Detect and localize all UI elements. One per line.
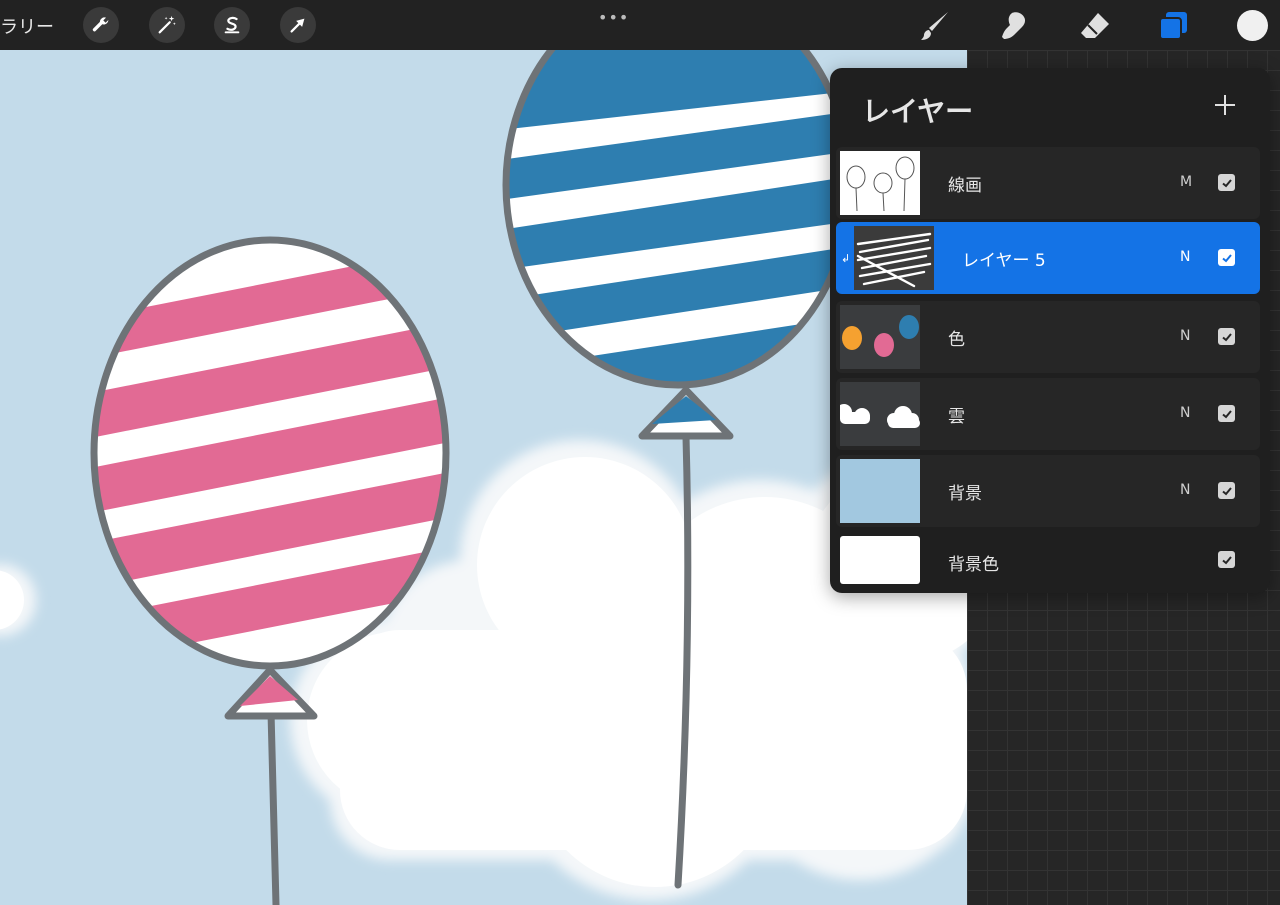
color-picker-button[interactable] (1237, 10, 1268, 41)
add-layer-button[interactable] (1210, 90, 1240, 120)
layer-row-clouds[interactable]: 雲 N (836, 378, 1260, 450)
check-icon (1221, 555, 1232, 564)
scribble-thumbnail (856, 232, 932, 288)
visibility-checkbox[interactable] (1218, 551, 1235, 568)
blend-mode-button[interactable]: M (1180, 174, 1192, 190)
layer-thumbnail (840, 151, 920, 215)
layer-row-lineart[interactable]: 線画 M (836, 147, 1260, 219)
layer-thumbnail (840, 459, 920, 523)
blend-mode-button[interactable]: N (1180, 249, 1190, 265)
layer-name: 線画 (948, 176, 982, 196)
selection-s-icon (224, 16, 240, 34)
wrench-icon (92, 17, 109, 32)
layer-name: 背景 (948, 484, 982, 504)
eraser-icon (1081, 13, 1109, 38)
visibility-checkbox[interactable] (1218, 249, 1235, 266)
visibility-checkbox[interactable] (1218, 405, 1235, 422)
check-icon (1221, 486, 1232, 495)
visibility-checkbox[interactable] (1218, 482, 1235, 499)
procreate-window: ラリー ••• レイヤー 線画 M ↲ レイヤー 5 N 色 N 雲 N 背景 … (0, 0, 1280, 905)
layer-row-background-color[interactable]: 背景色 (836, 530, 1260, 590)
clouds-thumbnail (840, 404, 920, 428)
layer-thumbnail (840, 382, 920, 446)
actions-button[interactable] (83, 7, 119, 43)
layers-panel-title: レイヤー (862, 95, 974, 128)
magic-wand-icon (158, 15, 176, 34)
colored-balloons-thumbnail (842, 315, 919, 357)
check-icon (1221, 409, 1232, 418)
visibility-checkbox[interactable] (1218, 174, 1235, 191)
clipping-mask-icon: ↲ (841, 252, 851, 265)
smudge-tool-button[interactable] (995, 6, 1035, 46)
visibility-checkbox[interactable] (1218, 328, 1235, 345)
layer-name: 雲 (948, 407, 965, 427)
check-icon (1221, 332, 1232, 341)
layer-thumbnail (840, 536, 920, 584)
transform-arrow-icon (290, 18, 305, 33)
layer-row-layer5[interactable]: ↲ レイヤー 5 N (836, 222, 1260, 294)
brush-icon (921, 12, 948, 40)
eraser-tool-button[interactable] (1075, 6, 1115, 46)
layer-thumbnail (854, 226, 934, 290)
blend-mode-button[interactable]: N (1180, 328, 1190, 344)
selection-button[interactable] (214, 7, 250, 43)
more-menu-button[interactable]: ••• (598, 8, 629, 27)
layer-thumbnail (840, 305, 920, 369)
check-icon (1221, 178, 1232, 187)
drawing-canvas[interactable] (0, 50, 967, 905)
top-toolbar: ラリー ••• (0, 0, 1280, 50)
transform-button[interactable] (280, 7, 316, 43)
layer-row-color[interactable]: 色 N (836, 301, 1260, 373)
layer-name: 色 (948, 330, 965, 350)
gallery-button[interactable]: ラリー (0, 13, 54, 39)
plus-icon (1215, 95, 1235, 115)
blend-mode-button[interactable]: N (1180, 482, 1190, 498)
blend-mode-button[interactable]: N (1180, 405, 1190, 421)
layer-row-background[interactable]: 背景 N (836, 455, 1260, 527)
layers-panel: レイヤー 線画 M ↲ レイヤー 5 N 色 N 雲 N 背景 N 背景色 (830, 68, 1270, 593)
layers-button[interactable] (1153, 6, 1193, 46)
adjustments-button[interactable] (149, 7, 185, 43)
layer-name: 背景色 (948, 555, 999, 575)
line-art-thumbnail (846, 156, 915, 212)
brush-tool-button[interactable] (915, 6, 955, 46)
check-icon (1221, 253, 1232, 262)
layer-name: レイヤー 5 (962, 251, 1046, 271)
smudge-icon (1002, 12, 1026, 40)
layers-icon (1159, 12, 1187, 40)
